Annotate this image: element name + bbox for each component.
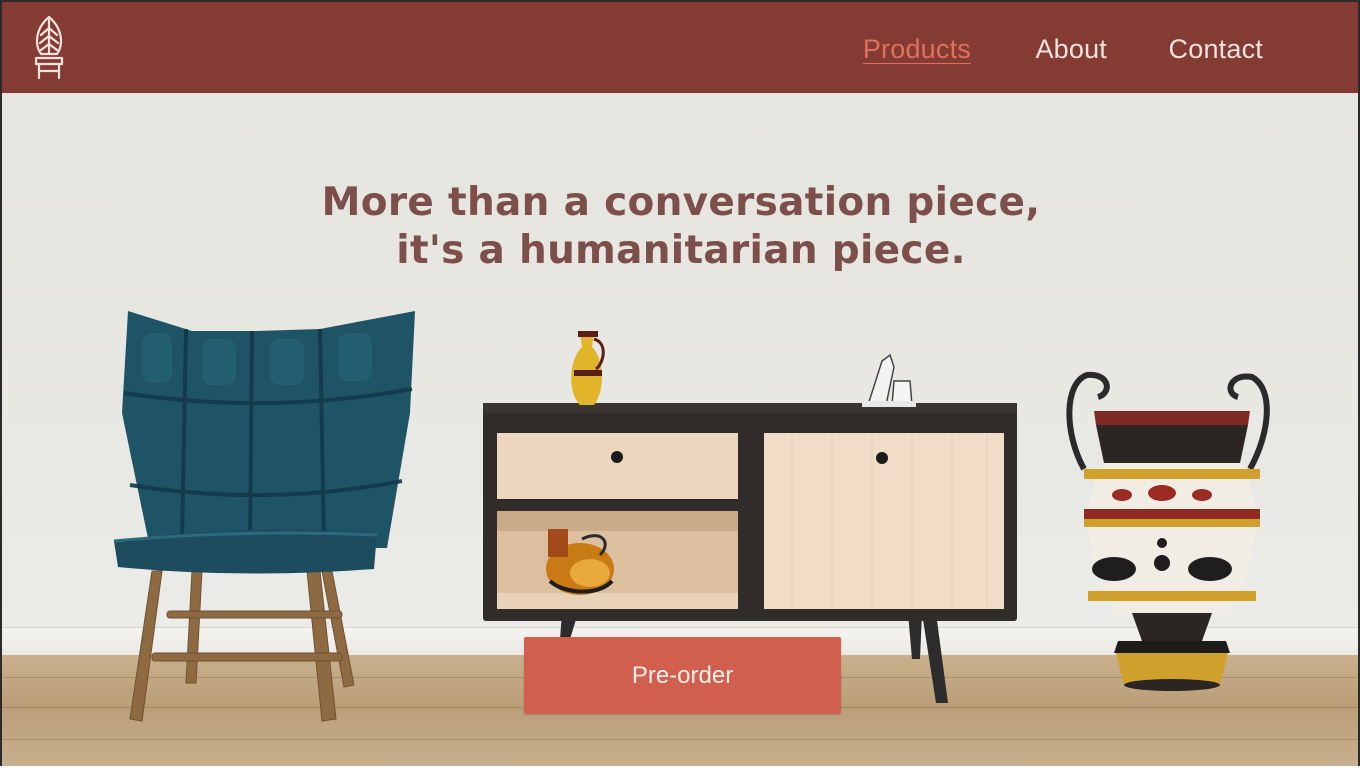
page-frame: Products About Contact More than a conve…	[0, 0, 1360, 766]
nav-link-products[interactable]: Products	[863, 34, 971, 65]
greek-vase-illustration	[1066, 371, 1270, 691]
hero-section: More than a conversation piece, it's a h…	[2, 93, 1358, 766]
preorder-button[interactable]: Pre-order	[524, 637, 841, 714]
nav-link-about[interactable]: About	[1035, 34, 1107, 65]
nav-link-contact[interactable]: Contact	[1169, 34, 1263, 65]
figurine-illustration	[862, 353, 916, 407]
armchair-illustration	[113, 311, 415, 722]
leaf-chair-logo-icon[interactable]	[28, 14, 70, 84]
small-vase-illustration	[571, 331, 605, 405]
navbar: Products About Contact	[2, 0, 1358, 93]
